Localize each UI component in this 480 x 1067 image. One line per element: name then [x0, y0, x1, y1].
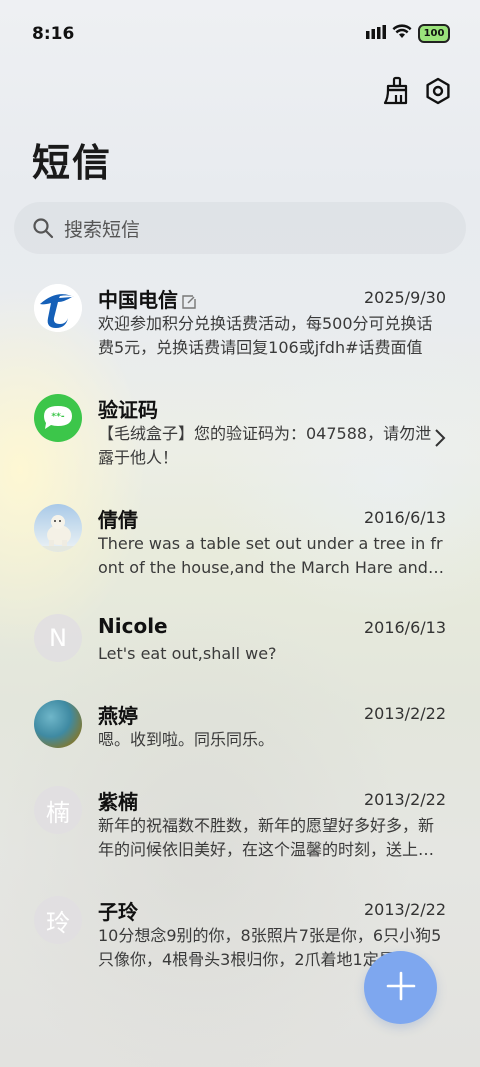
message-item[interactable]: 燕婷 2013/2/22 嗯。收到啦。同乐同乐。: [0, 686, 480, 772]
message-preview: Let's eat out,shall we?: [98, 644, 277, 663]
contact-name: 子玲: [98, 900, 138, 924]
broom-icon: [381, 76, 409, 110]
svg-text:**-: **-: [51, 412, 64, 422]
message-item[interactable]: 中国电信 2025/9/30 欢迎参加积分兑换话费活动，每500分可兑换话费5元…: [0, 270, 480, 380]
contact-letter-avatar: 楠: [34, 786, 82, 834]
search-icon: [32, 217, 54, 239]
contact-name: 紫楠: [98, 790, 138, 814]
china-telecom-avatar: [34, 284, 82, 332]
message-date: 2013/2/22: [363, 704, 446, 723]
search-input[interactable]: 搜索短信: [14, 202, 466, 254]
contact-letter-avatar: N: [34, 614, 82, 662]
status-bar: 8:16 100: [0, 0, 480, 68]
draft-edit-icon: [182, 290, 196, 314]
chevron-right-icon[interactable]: [434, 428, 446, 452]
message-item[interactable]: 倩倩 2016/6/13 There was a table set out u…: [0, 490, 480, 600]
contact-letter-avatar: 玲: [34, 896, 82, 944]
page-title: 短信: [32, 141, 113, 185]
message-preview: 欢迎参加积分兑换话费活动，每500分可兑换话费5元，兑换话费请回复106或jfd…: [98, 314, 433, 357]
message-preview: 【毛绒盒子】您的验证码为：047588，请勿泄露于他人！: [98, 424, 432, 467]
contact-name: 验证码: [98, 398, 158, 422]
message-preview: 新年的祝福数不胜数，新年的愿望好多好多，新年的问候依旧美好，在这个温馨的时刻，送…: [98, 816, 435, 859]
message-date: 2013/2/22: [363, 900, 446, 919]
settings-button[interactable]: [421, 76, 455, 110]
contact-name: 燕婷: [98, 704, 138, 728]
message-list: 中国电信 2025/9/30 欢迎参加积分兑换话费活动，每500分可兑换话费5元…: [0, 270, 480, 992]
polar-bear-avatar: [34, 504, 82, 552]
wifi-icon: [392, 24, 412, 43]
clean-button[interactable]: [378, 76, 412, 110]
gear-icon: [424, 77, 452, 109]
message-item[interactable]: 楠 紫楠 2013/2/22 新年的祝福数不胜数，新年的愿望好多好多，新年的问候…: [0, 772, 480, 882]
landscape-avatar: [34, 700, 82, 748]
new-message-button[interactable]: [364, 951, 437, 1024]
plus-icon: [386, 971, 416, 1005]
battery-icon: 100: [418, 24, 450, 43]
message-date: 2016/6/13: [363, 618, 446, 637]
message-date: 2013/2/22: [363, 790, 446, 809]
message-item[interactable]: N Nicole 2016/6/13 Let's eat out,shall w…: [0, 600, 480, 686]
message-date: 2016/6/13: [363, 508, 446, 527]
contact-name: 中国电信: [98, 284, 196, 314]
message-preview: There was a table set out under a tree i…: [98, 534, 443, 577]
message-date: 2025/9/30: [363, 288, 446, 307]
contact-name: 倩倩: [98, 508, 138, 532]
message-item[interactable]: **- 验证码 【毛绒盒子】您的验证码为：047588，请勿泄露于他人！: [0, 380, 480, 490]
status-time: 8:16: [32, 24, 75, 44]
status-icons: 100: [366, 24, 450, 43]
search-placeholder: 搜索短信: [64, 218, 141, 241]
verification-code-avatar: **-: [34, 394, 82, 442]
signal-icon: [366, 24, 386, 43]
contact-name: Nicole: [98, 614, 168, 638]
message-preview: 嗯。收到啦。同乐同乐。: [98, 730, 275, 749]
